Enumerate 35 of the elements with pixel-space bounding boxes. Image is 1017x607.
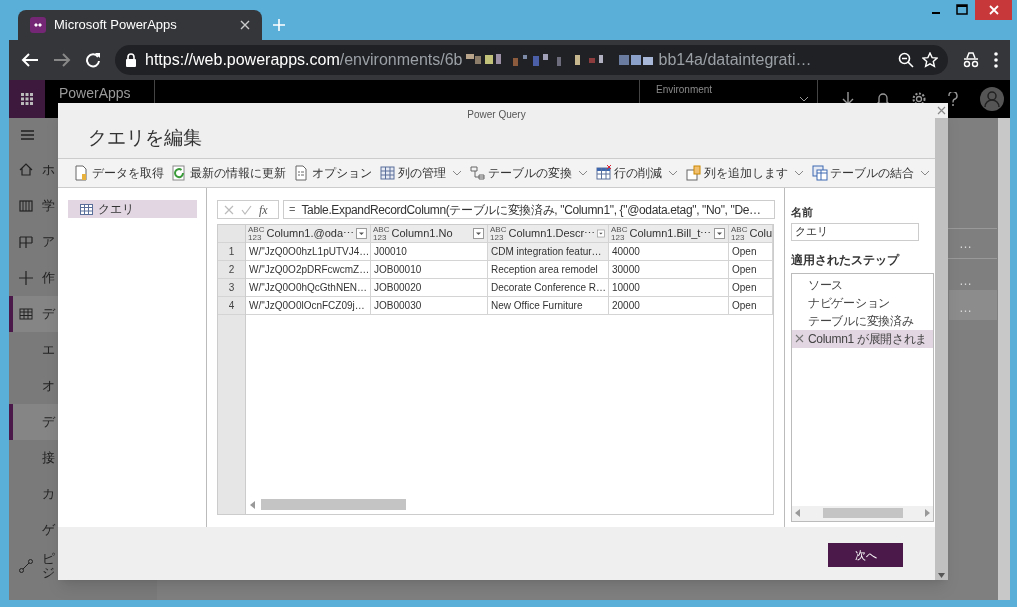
nav-label: デ (42, 414, 55, 430)
nav-label: カ (42, 486, 55, 502)
type-label: 123 (490, 233, 505, 242)
type-label: 123 (611, 233, 626, 242)
type-label: ABC (248, 225, 265, 234)
section-label: 適用されたステップ (791, 251, 901, 269)
tab-title: Microsoft PowerApps (54, 16, 178, 35)
nav-label: 学 (42, 198, 55, 214)
type-label: ABC (373, 225, 390, 234)
environment-label: Environment (656, 84, 714, 96)
row-number: 2 (218, 261, 245, 279)
nav-label: オ (42, 378, 55, 394)
url-host: https://web.powerapps.com (145, 50, 340, 70)
nav-label: ホ (42, 162, 55, 178)
url-path: bb14a/dataintegrati… (658, 50, 812, 70)
type-label: 123 (373, 233, 388, 242)
row-number: 4 (218, 297, 245, 315)
url-path: /environments/6b (339, 50, 463, 70)
row-number: 3 (218, 279, 245, 297)
type-label: ABC (490, 225, 507, 234)
type-label: 123 (731, 233, 746, 242)
nav-label: デ (42, 306, 55, 322)
nav-label: 作 (42, 270, 55, 286)
row-number: 1 (218, 243, 245, 261)
nav-label: ア (42, 234, 55, 250)
nav-label: エ (42, 342, 55, 358)
dialog-title: クエリを編集 (87, 126, 203, 150)
dialog-caption: Power Query (466, 108, 527, 122)
nav-label: ゲ (42, 522, 55, 538)
field-label: 名前 (791, 205, 814, 220)
type-label: ABC (731, 225, 748, 234)
type-label: ABC (611, 225, 628, 234)
nav-label: ピジ (42, 551, 55, 581)
nav-label: 接 (42, 450, 55, 466)
type-label: 123 (248, 233, 263, 242)
